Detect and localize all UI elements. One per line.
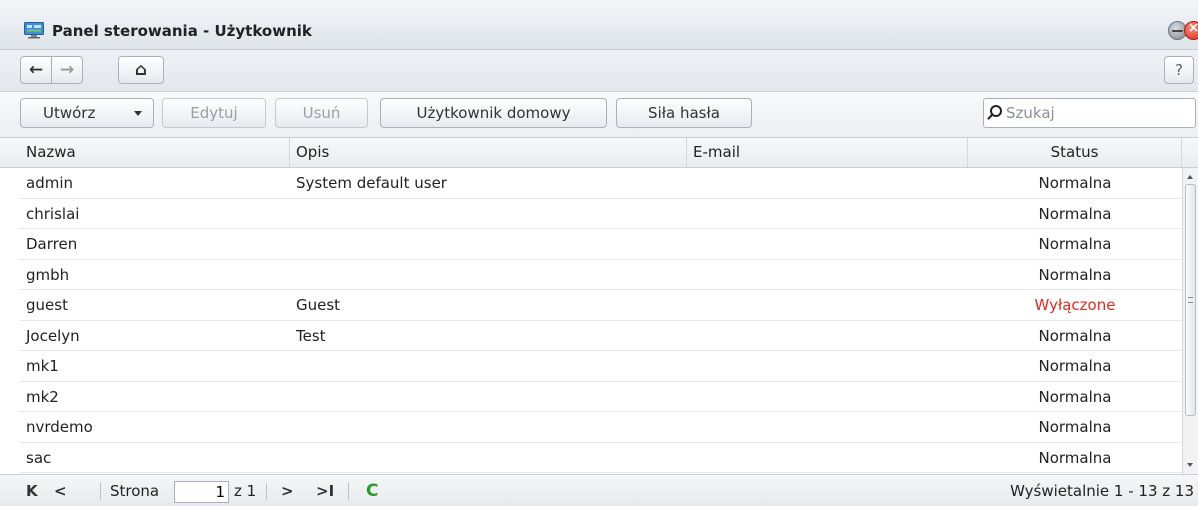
cell-name: gmbh — [26, 265, 70, 284]
home-button[interactable]: ⌂ — [118, 56, 164, 84]
cell-name: sac — [26, 448, 52, 467]
user-table-body: admin System default user Normalna chrislai… — [20, 168, 1182, 474]
cell-name: mk1 — [26, 357, 59, 375]
cell-description: Guest — [296, 296, 341, 314]
cell-name: chrislai — [26, 204, 80, 223]
window-title: Panel sterowania - Użytkownik — [52, 22, 312, 40]
search-icon — [990, 105, 1002, 117]
cell-name: admin — [26, 174, 73, 192]
pager-divider — [100, 483, 101, 500]
column-header-name[interactable]: Nazwa — [20, 138, 290, 167]
cell-status: Normalna — [1038, 265, 1112, 284]
cell-name: nvrdemo — [26, 418, 93, 436]
arrow-left-icon: ← — [28, 59, 44, 80]
navigation-bar: ← → ⌂ ? — [0, 50, 1198, 92]
page-total-label: z 1 — [234, 482, 257, 500]
cell-status: Normalna — [1038, 204, 1112, 223]
password-strength-button[interactable]: Siła hasła — [616, 98, 752, 128]
last-page-icon[interactable]: >I — [316, 475, 334, 506]
chevron-down-icon — [134, 111, 142, 116]
table-header: Nazwa Opis E-mail Status — [0, 138, 1198, 168]
help-button[interactable]: ? — [1164, 56, 1194, 84]
table-row[interactable]: mk1 Normalna — [20, 351, 1182, 382]
window-titlebar: Panel sterowania - Użytkownik × — [0, 0, 1198, 50]
edit-button[interactable]: Edytuj — [162, 98, 266, 128]
vertical-scrollbar[interactable] — [1182, 168, 1198, 474]
home-icon: ⌂ — [134, 59, 148, 80]
scroll-up-icon[interactable] — [1187, 175, 1193, 179]
column-header-status[interactable]: Status — [968, 138, 1182, 167]
cell-name: Darren — [26, 235, 78, 253]
table-row[interactable]: mk2 Normalna — [20, 382, 1182, 412]
cell-status: Normalna — [1038, 387, 1112, 406]
pagination-bar: K < Strona z 1 > >I C Wyświetalnie 1 - 1… — [0, 474, 1198, 506]
cell-description: System default user — [296, 174, 447, 192]
control-panel-icon — [24, 22, 44, 39]
close-button[interactable]: × — [1184, 20, 1198, 40]
pager-divider — [348, 483, 349, 500]
scrollbar-thumb[interactable] — [1185, 184, 1196, 416]
cell-status: Wyłączone — [1034, 296, 1116, 314]
create-dropdown-button[interactable]: Utwórz — [20, 98, 154, 128]
cell-name: Jocelyn — [26, 326, 80, 345]
close-icon: × — [1187, 20, 1198, 36]
cell-status: Normalna — [1038, 235, 1112, 253]
minimize-icon — [1172, 30, 1183, 32]
cell-description: Test — [296, 326, 326, 345]
forward-button[interactable]: → — [51, 56, 83, 84]
pager-divider — [266, 483, 267, 500]
cell-name: mk2 — [26, 387, 59, 406]
back-button[interactable]: ← — [20, 56, 52, 84]
arrow-right-icon: → — [59, 59, 75, 80]
toolbar: Utwórz Edytuj Usuń Użytkownik domowy Sił… — [0, 92, 1198, 138]
display-summary: Wyświetalnie 1 - 13 z 13 — [1010, 482, 1194, 500]
column-header-email[interactable]: E-mail — [687, 138, 968, 167]
table-row[interactable]: admin System default user Normalna — [20, 168, 1182, 199]
scroll-down-icon[interactable] — [1187, 463, 1193, 467]
cell-status: Normalna — [1038, 357, 1112, 375]
cell-status: Normalna — [1038, 326, 1112, 345]
table-row[interactable]: guest Guest Wyłączone — [20, 290, 1182, 321]
cell-status: Normalna — [1038, 174, 1112, 192]
grip-icon — [1188, 297, 1193, 303]
cell-status: Normalna — [1038, 448, 1112, 467]
first-page-icon[interactable]: K — [26, 475, 38, 506]
previous-page-icon[interactable]: < — [54, 475, 67, 506]
table-row[interactable]: chrislai Normalna — [20, 199, 1182, 229]
cell-status: Normalna — [1038, 418, 1112, 436]
delete-button[interactable]: Usuń — [275, 98, 368, 128]
next-page-icon[interactable]: > — [281, 475, 294, 506]
column-header-description[interactable]: Opis — [290, 138, 687, 167]
search-input[interactable] — [1006, 102, 1191, 124]
table-row[interactable]: Jocelyn Test Normalna — [20, 321, 1182, 351]
page-number-input[interactable] — [174, 481, 229, 503]
table-row[interactable]: gmbh Normalna — [20, 260, 1182, 290]
table-row[interactable]: sac Normalna — [20, 443, 1182, 473]
search-box — [983, 98, 1196, 128]
refresh-icon[interactable]: C — [366, 475, 378, 506]
create-label: Utwórz — [43, 104, 96, 122]
page-label: Strona — [110, 482, 160, 500]
table-row[interactable]: nvrdemo Normalna — [20, 412, 1182, 443]
help-icon: ? — [1175, 60, 1183, 79]
cell-name: guest — [26, 296, 68, 314]
home-user-button[interactable]: Użytkownik domowy — [380, 98, 607, 128]
table-row[interactable]: Darren Normalna — [20, 229, 1182, 260]
